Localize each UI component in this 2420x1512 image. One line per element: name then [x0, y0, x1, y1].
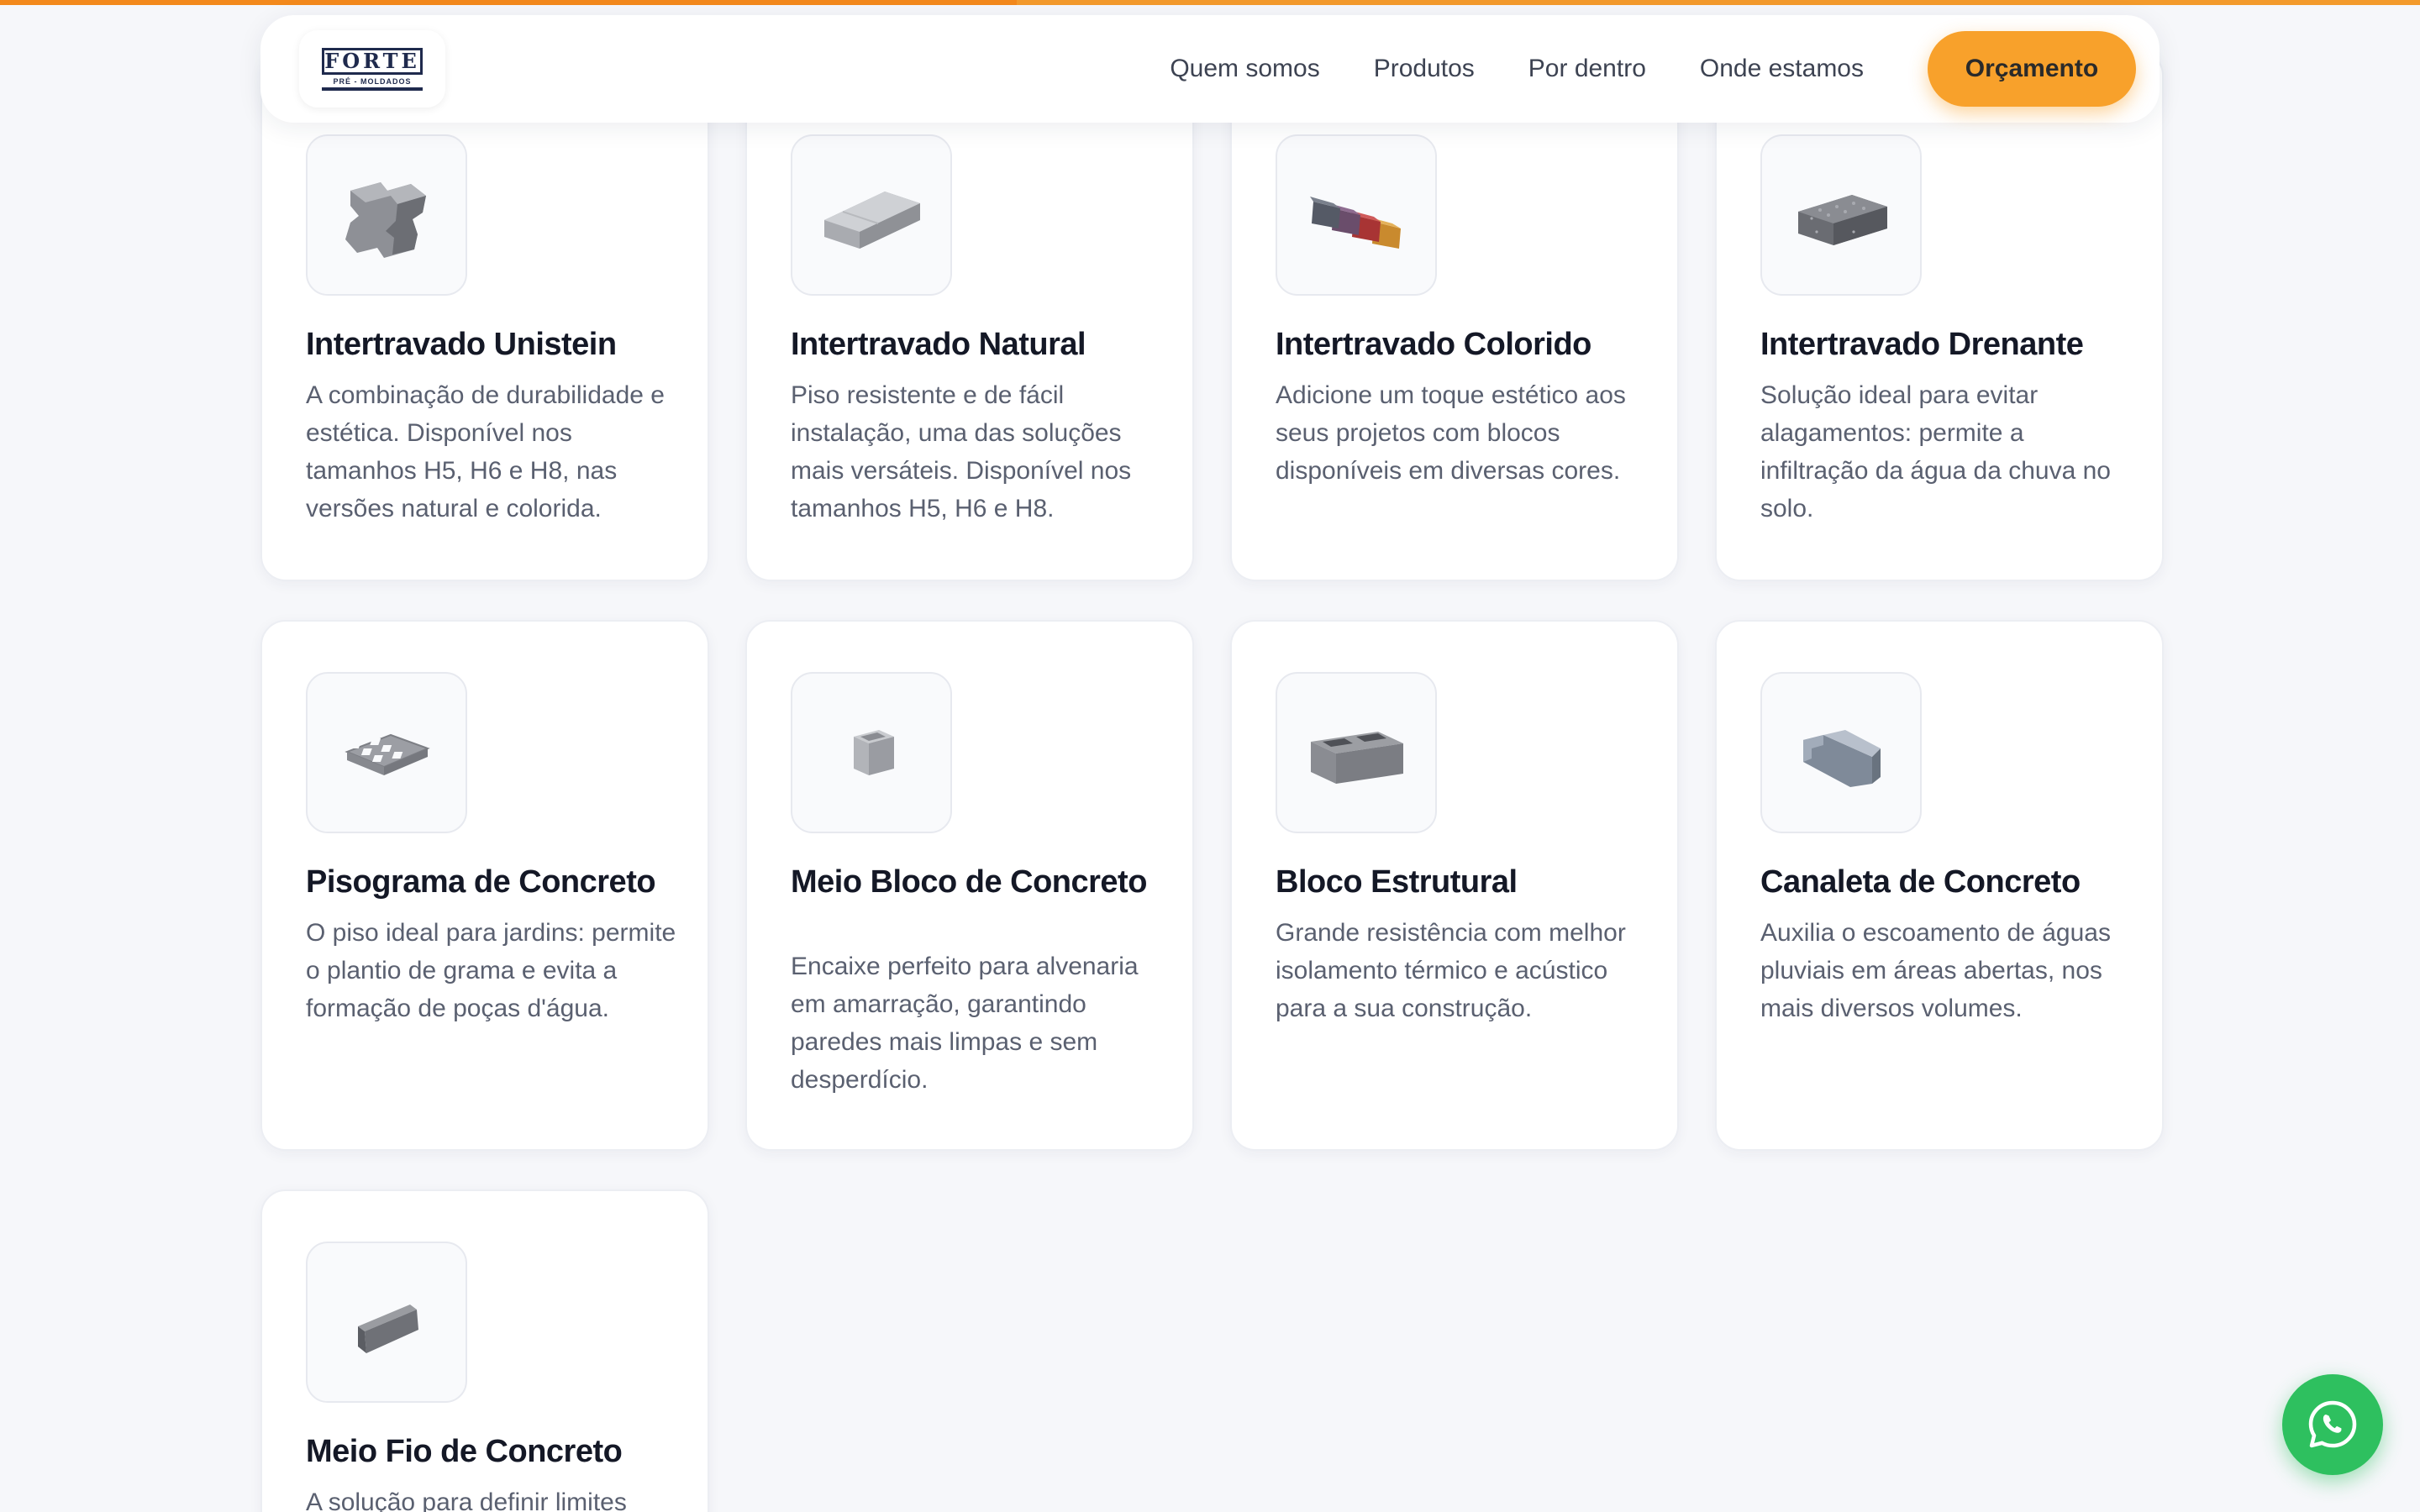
half-block-icon: [791, 672, 952, 833]
product-title: Bloco Estrutural: [1276, 864, 1518, 900]
curb-icon: [306, 1242, 467, 1403]
orcamento-button[interactable]: Orçamento: [1928, 31, 2136, 107]
product-title: Meio Bloco de Concreto: [791, 864, 1147, 900]
logo-subtitle: PRÉ - MOLDADOS: [333, 76, 412, 86]
nav-link-quem-somos[interactable]: Quem somos: [1170, 55, 1319, 83]
nav-link-por-dentro[interactable]: Por dentro: [1528, 55, 1646, 83]
product-title: Meio Fio de Concreto: [306, 1434, 623, 1469]
concrete-channel-icon: [1760, 672, 1922, 833]
product-card[interactable]: Canaleta de Concreto Auxilia o escoament…: [1715, 620, 2164, 1151]
top-navbar: FORTE PRÉ - MOLDADOS Quem somos Produtos…: [260, 15, 2160, 123]
logo-title: FORTE: [322, 47, 423, 75]
product-title: Canaleta de Concreto: [1760, 864, 2081, 900]
nav-link-onde-estamos[interactable]: Onde estamos: [1700, 55, 1864, 83]
product-description: Piso resistente e de fácil instalação, u…: [791, 381, 1132, 522]
product-title: Intertravado Drenante: [1760, 327, 2084, 362]
product-title: Intertravado Natural: [791, 327, 1086, 362]
structural-block-icon: [1276, 672, 1437, 833]
product-card[interactable]: Bloco Estrutural Grande resistência com …: [1230, 620, 1679, 1151]
grass-paver-icon: [306, 672, 467, 833]
product-description: Auxilia o escoamento de águas pluviais e…: [1760, 919, 2111, 1022]
product-description: Solução ideal para evitar alagamentos: p…: [1760, 381, 2111, 522]
forte-logo[interactable]: FORTE PRÉ - MOLDADOS: [299, 30, 445, 108]
product-card[interactable]: Pisograma de Concreto O piso ideal para …: [260, 620, 709, 1151]
product-description: A solução para definir limites: [306, 1488, 627, 1512]
product-card[interactable]: Intertravado Unistein A combinação de du…: [260, 50, 709, 581]
product-title: Pisograma de Concreto: [306, 864, 656, 900]
draining-paver-icon: [1760, 134, 1922, 296]
colored-pavers-icon: [1276, 134, 1437, 296]
product-description: O piso ideal para jardins: permite o pla…: [306, 919, 676, 1022]
whatsapp-button[interactable]: [2282, 1374, 2383, 1475]
unistein-paver-icon: [306, 134, 467, 296]
nav-links: Quem somos Produtos Por dentro Onde esta…: [1170, 55, 1864, 83]
product-card[interactable]: Intertravado Colorido Adicione um toque …: [1230, 50, 1679, 581]
nav-link-produtos[interactable]: Produtos: [1374, 55, 1475, 83]
rectangular-paver-icon: [791, 134, 952, 296]
product-description: Grande resistência com melhor isolamento…: [1276, 919, 1626, 1022]
product-title: Intertravado Unistein: [306, 327, 617, 362]
logo-underline: [322, 87, 423, 91]
product-title: Intertravado Colorido: [1276, 327, 1591, 362]
product-card[interactable]: Intertravado Natural Piso resistente e d…: [745, 50, 1194, 581]
product-description: Encaixe perfeito para alvenaria em amarr…: [791, 953, 1139, 1094]
products-grid: Intertravado Unistein A combinação de du…: [0, 0, 2420, 1512]
product-description: A combinação de durabilidade e estética.…: [306, 381, 665, 522]
product-card[interactable]: Meio Bloco de Concreto Encaixe perfeito …: [745, 620, 1194, 1151]
whatsapp-icon: [2308, 1400, 2357, 1448]
product-card[interactable]: Intertravado Drenante Solução ideal para…: [1715, 50, 2164, 581]
product-description: Adicione um toque estético aos seus proj…: [1276, 381, 1626, 485]
product-card[interactable]: Meio Fio de Concreto A solução para defi…: [260, 1189, 709, 1512]
